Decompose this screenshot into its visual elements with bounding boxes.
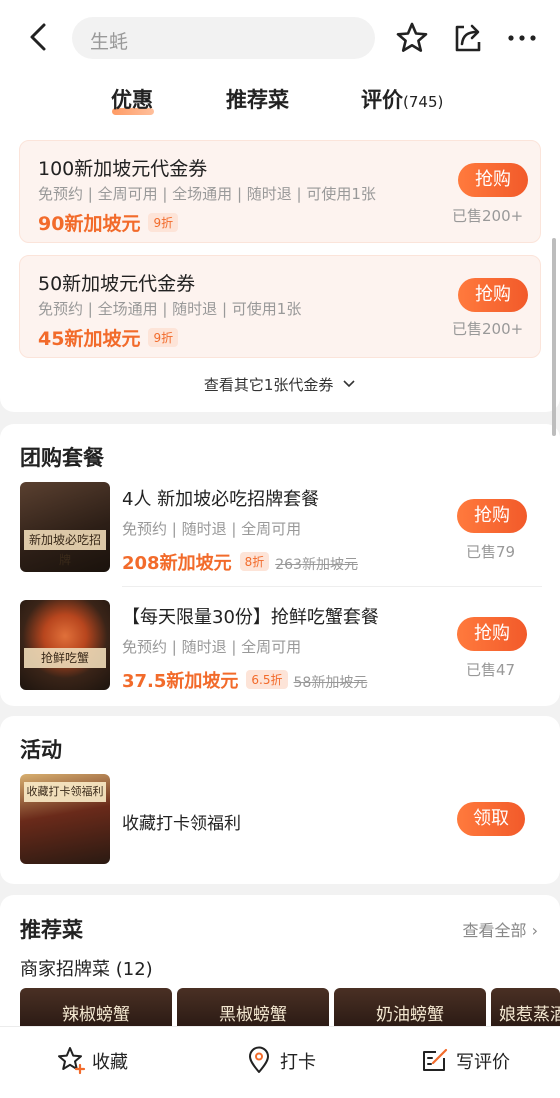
back-arrow-icon[interactable]: [24, 22, 54, 52]
deal-thumbnail: 新加坡必吃招牌: [20, 482, 110, 572]
write-review-icon: [423, 1048, 448, 1071]
dish-card[interactable]: 娘惹蒸酒: [491, 988, 560, 1028]
tab-recommended-label: 推荐菜: [226, 88, 289, 112]
tab-reviews-label: 评价: [361, 88, 403, 112]
section-title: 团购套餐: [20, 446, 104, 470]
star-icon[interactable]: [394, 20, 430, 56]
favorite-label: 收藏: [92, 1052, 128, 1073]
tab-bar: 优惠 推荐菜 评价(745): [0, 78, 560, 118]
voucher-price: 45新加坡元 9折: [38, 324, 179, 351]
voucher-tags: 免预约 | 全周可用 | 全场通用 | 随时退 | 可使用1张: [38, 185, 376, 203]
discount-badge: 9折: [148, 328, 179, 347]
voucher-card[interactable]: 100新加坡元代金券 免预约 | 全周可用 | 全场通用 | 随时退 | 可使用…: [19, 140, 541, 243]
view-more-vouchers[interactable]: 查看其它1张代金券: [0, 374, 560, 395]
discount-badge: 6.5折: [246, 670, 288, 689]
scrollbar[interactable]: [552, 238, 556, 436]
check-in-label: 打卡: [280, 1052, 316, 1073]
check-in-button[interactable]: 打卡: [244, 1045, 324, 1075]
location-pin-icon: [249, 1046, 269, 1073]
buy-button[interactable]: 抢购: [458, 163, 528, 197]
thumbnail-caption: 新加坡必吃招牌: [24, 530, 106, 567]
tab-deals-label: 优惠: [111, 88, 153, 112]
more-options-icon[interactable]: [504, 20, 540, 56]
discount-badge: 8折: [239, 552, 270, 571]
chevron-down-icon: [343, 380, 355, 388]
group-deals-section: 团购套餐 新加坡必吃招牌 4人 新加坡必吃招牌套餐 免预约 | 随时退 | 全周…: [0, 424, 560, 706]
search-input[interactable]: 生蚝: [72, 17, 375, 59]
section-title: 活动: [20, 738, 62, 762]
dish-name: 黑椒螃蟹: [219, 1005, 287, 1025]
voucher-tags: 免预约 | 全场通用 | 随时退 | 可使用1张: [38, 300, 302, 318]
sold-count: 已售200+: [452, 207, 524, 225]
tab-reviews[interactable]: 评价(745): [361, 84, 443, 114]
deal-price: 208新加坡元 8折 263新加坡元: [122, 549, 358, 575]
dish-card[interactable]: 辣椒螃蟹: [20, 988, 172, 1028]
voucher-card[interactable]: 50新加坡元代金券 免预约 | 全场通用 | 随时退 | 可使用1张 45新加坡…: [19, 255, 541, 358]
dish-name: 娘惹蒸酒: [499, 1005, 560, 1025]
buy-button[interactable]: 抢购: [457, 617, 527, 651]
voucher-title: 50新加坡元代金券: [38, 273, 196, 295]
activity-text: 收藏打卡领福利: [122, 814, 241, 834]
deal-tags: 免预约 | 随时退 | 全周可用: [122, 520, 302, 538]
section-title: 推荐菜: [20, 918, 83, 942]
thumbnail-caption: 收藏打卡领福利: [24, 782, 106, 802]
dish-card[interactable]: 奶油螃蟹: [334, 988, 486, 1028]
bottom-action-bar: 收藏 打卡 写评价: [0, 1026, 560, 1098]
deal-thumbnail: 抢鲜吃蟹: [20, 600, 110, 690]
buy-button[interactable]: 抢购: [458, 278, 528, 312]
price-value: 37.5新加坡元: [122, 671, 239, 692]
deal-price: 37.5新加坡元 6.5折 58新加坡元: [122, 667, 367, 693]
top-header: 生蚝 优惠 推荐菜 评价(745): [0, 0, 560, 126]
sold-count: 已售79: [466, 543, 516, 561]
divider: [122, 586, 542, 587]
discount-badge: 9折: [148, 213, 179, 232]
sold-count: 已售47: [466, 661, 516, 679]
original-price: 58新加坡元: [293, 675, 368, 691]
write-review-button[interactable]: 写评价: [420, 1045, 520, 1075]
see-all-link[interactable]: 查看全部 ›: [463, 917, 539, 941]
thumbnail-caption: 抢鲜吃蟹: [24, 648, 106, 668]
price-value: 208新加坡元: [122, 553, 232, 574]
tab-recommended-dishes[interactable]: 推荐菜: [226, 84, 289, 114]
share-icon[interactable]: [450, 20, 486, 56]
deal-title: 【每天限量30份】抢鲜吃蟹套餐: [122, 607, 379, 628]
deal-tags: 免预约 | 随时退 | 全周可用: [122, 638, 302, 656]
view-more-label: 查看其它1张代金券: [203, 376, 334, 394]
dish-card[interactable]: 黑椒螃蟹: [177, 988, 329, 1028]
claim-button[interactable]: 领取: [457, 802, 525, 836]
search-text: 生蚝: [90, 31, 129, 53]
voucher-price: 90新加坡元 9折: [38, 209, 179, 236]
tab-deals[interactable]: 优惠: [111, 84, 153, 114]
sold-count: 已售200+: [452, 320, 524, 338]
dish-name: 辣椒螃蟹: [62, 1005, 130, 1025]
favorite-button[interactable]: 收藏: [56, 1045, 136, 1075]
price-value: 90新加坡元: [38, 213, 141, 235]
original-price: 263新加坡元: [275, 557, 358, 573]
review-count: (745): [403, 93, 444, 111]
deal-title: 4人 新加坡必吃招牌套餐: [122, 489, 320, 510]
voucher-title: 100新加坡元代金券: [38, 158, 208, 180]
price-value: 45新加坡元: [38, 328, 141, 350]
dish-name: 奶油螃蟹: [376, 1005, 444, 1025]
buy-button[interactable]: 抢购: [457, 499, 527, 533]
activity-section: 活动 收藏打卡领福利 收藏打卡领福利 领取: [0, 716, 560, 884]
signature-dishes-label: 商家招牌菜 (12): [20, 959, 153, 980]
write-review-label: 写评价: [456, 1052, 510, 1073]
star-plus-icon: [58, 1047, 86, 1075]
voucher-section: 100新加坡元代金券 免预约 | 全周可用 | 全场通用 | 随时退 | 可使用…: [0, 126, 560, 412]
activity-thumbnail: 收藏打卡领福利: [20, 774, 110, 864]
